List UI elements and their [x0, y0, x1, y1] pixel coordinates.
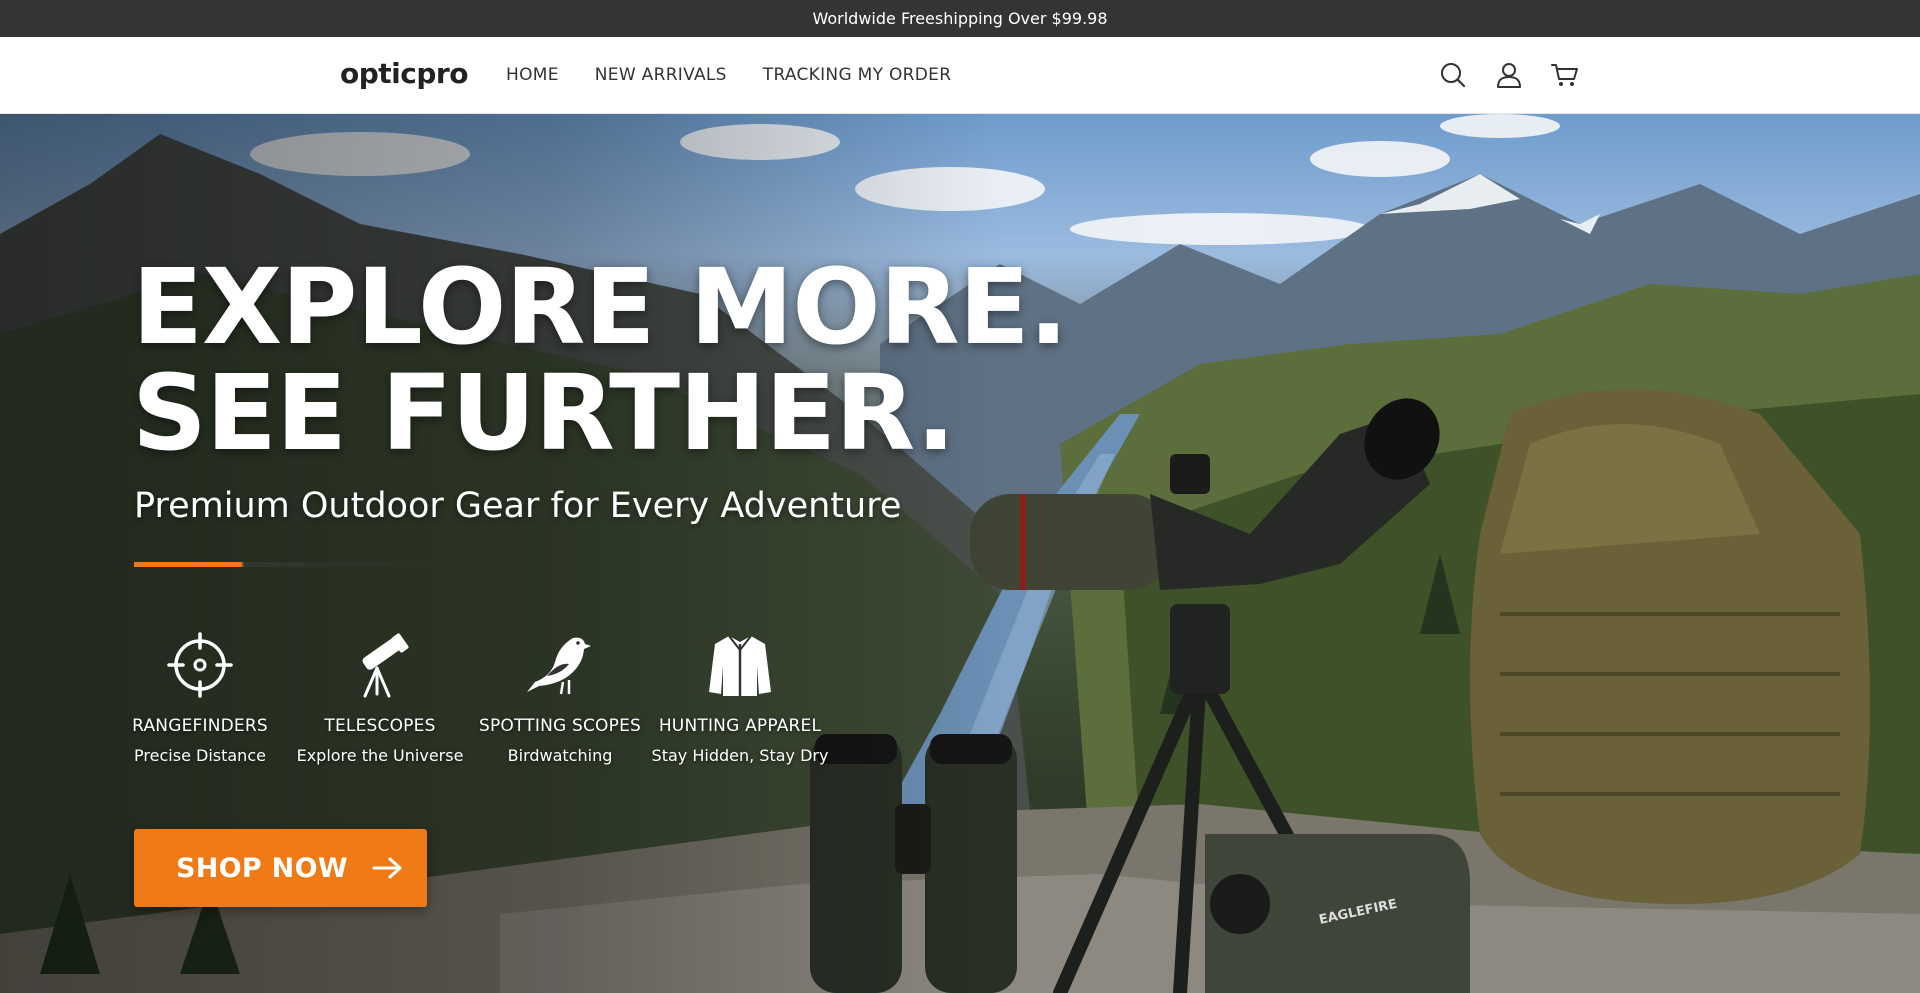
nav-home[interactable]: HOME [506, 65, 559, 85]
hero-headline-line2: SEE FURTHER. [132, 352, 956, 474]
hero-subheadline: Premium Outdoor Gear for Every Adventure [134, 486, 902, 526]
jacket-icon [650, 630, 830, 700]
accent-divider [134, 562, 440, 567]
bird-icon [470, 630, 650, 700]
main-nav: HOME NEW ARRIVALS TRACKING MY ORDER [506, 65, 951, 85]
crosshair-icon [110, 630, 290, 700]
telescope-icon [290, 630, 470, 700]
nav-new-arrivals[interactable]: NEW ARRIVALS [595, 65, 727, 85]
feature-title: TELESCOPES [324, 716, 436, 736]
search-icon[interactable] [1438, 60, 1468, 90]
feature-subtitle: Birdwatching [507, 746, 613, 765]
header-actions [1438, 60, 1580, 90]
cart-icon[interactable] [1550, 60, 1580, 90]
announcement-text: Worldwide Freeshipping Over $99.98 [812, 9, 1108, 28]
hero-banner: EAGLEFIRE EXPLORE MORE. SEE FURTHER. Pre… [0, 114, 1920, 993]
feature-telescopes[interactable]: TELESCOPES Explore the Universe [290, 630, 470, 765]
hero-headline: EXPLORE MORE. SEE FURTHER. [132, 246, 1068, 474]
feature-spotting-scopes[interactable]: SPOTTING SCOPES Birdwatching [470, 630, 650, 765]
account-icon[interactable] [1494, 60, 1524, 90]
feature-categories: RANGEFINDERS Precise Distance TELESCOPES… [110, 630, 830, 765]
arrow-right-icon [372, 856, 404, 880]
feature-hunting-apparel[interactable]: HUNTING APPAREL Stay Hidden, Stay Dry [650, 630, 830, 765]
feature-title: RANGEFINDERS [132, 716, 268, 736]
shop-now-label: SHOP NOW [176, 852, 348, 884]
feature-subtitle: Precise Distance [134, 746, 266, 765]
site-header: opticpro HOME NEW ARRIVALS TRACKING MY O… [0, 37, 1920, 114]
feature-subtitle: Stay Hidden, Stay Dry [651, 746, 829, 765]
feature-rangefinders[interactable]: RANGEFINDERS Precise Distance [110, 630, 290, 765]
shop-now-button[interactable]: SHOP NOW [134, 829, 427, 907]
logo[interactable]: opticpro [340, 57, 468, 90]
feature-title: SPOTTING SCOPES [478, 716, 642, 736]
feature-subtitle: Explore the Universe [296, 746, 464, 765]
feature-title: HUNTING APPAREL [658, 716, 822, 736]
nav-tracking-my-order[interactable]: TRACKING MY ORDER [763, 65, 952, 85]
hero-headline-line1: EXPLORE MORE. [132, 246, 1068, 368]
announcement-bar: Worldwide Freeshipping Over $99.98 [0, 0, 1920, 37]
